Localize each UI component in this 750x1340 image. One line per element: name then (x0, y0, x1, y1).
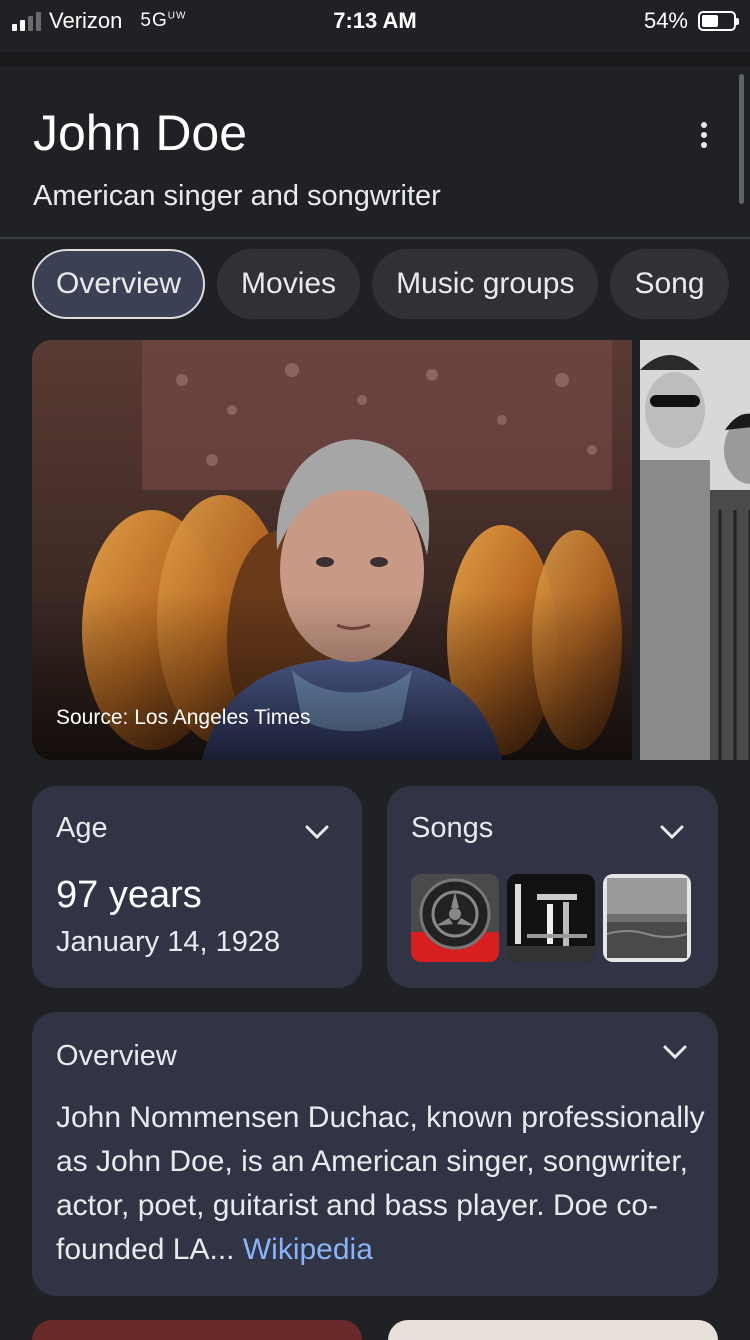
songs-card[interactable]: Songs (387, 786, 718, 988)
overview-ellipsis: ... (209, 1233, 235, 1266)
wikipedia-link[interactable]: Wikipedia (243, 1233, 373, 1266)
overview-text: John Nommensen Duchac, known professiona… (56, 1101, 705, 1266)
next-card-right[interactable] (388, 1320, 718, 1340)
status-bar: Verizon 5GUW 7:13 AM 54% (0, 0, 750, 44)
tab-bar: Overview Movies Music groups Song (32, 249, 750, 321)
tab-overview[interactable]: Overview (32, 249, 206, 319)
song-thumbnails (411, 874, 691, 962)
secondary-photo[interactable] (640, 340, 750, 760)
battery-icon (698, 11, 739, 31)
age-card[interactable]: Age 97 years January 14, 1928 (32, 786, 362, 988)
clock: 7:13 AM (333, 8, 417, 33)
song-thumbnail[interactable] (507, 874, 595, 962)
chevron-down-icon[interactable] (659, 824, 685, 840)
portrait-photo-image (32, 340, 632, 760)
song-thumbnail[interactable] (411, 874, 499, 962)
grey-seascape-artwork (603, 874, 691, 962)
entity-description: American singer and songwriter (33, 180, 441, 212)
record-adapter-artwork (411, 874, 499, 962)
status-right: 54% (643, 8, 739, 34)
divider (0, 237, 750, 239)
overview-card-title: Overview (56, 1040, 177, 1072)
song-thumbnail[interactable] (603, 874, 691, 962)
age-card-title: Age (56, 812, 108, 844)
tab-movies[interactable]: Movies (217, 249, 361, 319)
image-carousel: Source: Los Angeles Times (32, 340, 750, 760)
tab-songs[interactable]: Song (610, 249, 729, 319)
main-photo[interactable]: Source: Los Angeles Times (32, 340, 632, 760)
chevron-down-icon[interactable] (662, 1044, 688, 1060)
more-vertical-icon[interactable] (690, 118, 718, 152)
overview-description: John Nommensen Duchac, known professiona… (56, 1096, 716, 1272)
city-night-artwork (507, 874, 595, 962)
age-value: 97 years (56, 874, 202, 916)
band-photo-image (640, 340, 750, 760)
overview-card[interactable]: Overview John Nommensen Duchac, known pr… (32, 1012, 718, 1296)
scroll-indicator[interactable] (739, 74, 744, 204)
battery-percent: 54% (643, 8, 688, 33)
header-separator (0, 52, 750, 66)
songs-card-title: Songs (411, 812, 494, 844)
battery-fill (702, 15, 718, 27)
chevron-down-icon[interactable] (304, 824, 330, 840)
birth-date: January 14, 1928 (56, 926, 281, 958)
tab-music-groups[interactable]: Music groups (372, 249, 599, 319)
entity-title: John Doe (33, 105, 248, 161)
next-card-left[interactable] (32, 1320, 362, 1340)
photo-credit: Source: Los Angeles Times (56, 706, 311, 729)
